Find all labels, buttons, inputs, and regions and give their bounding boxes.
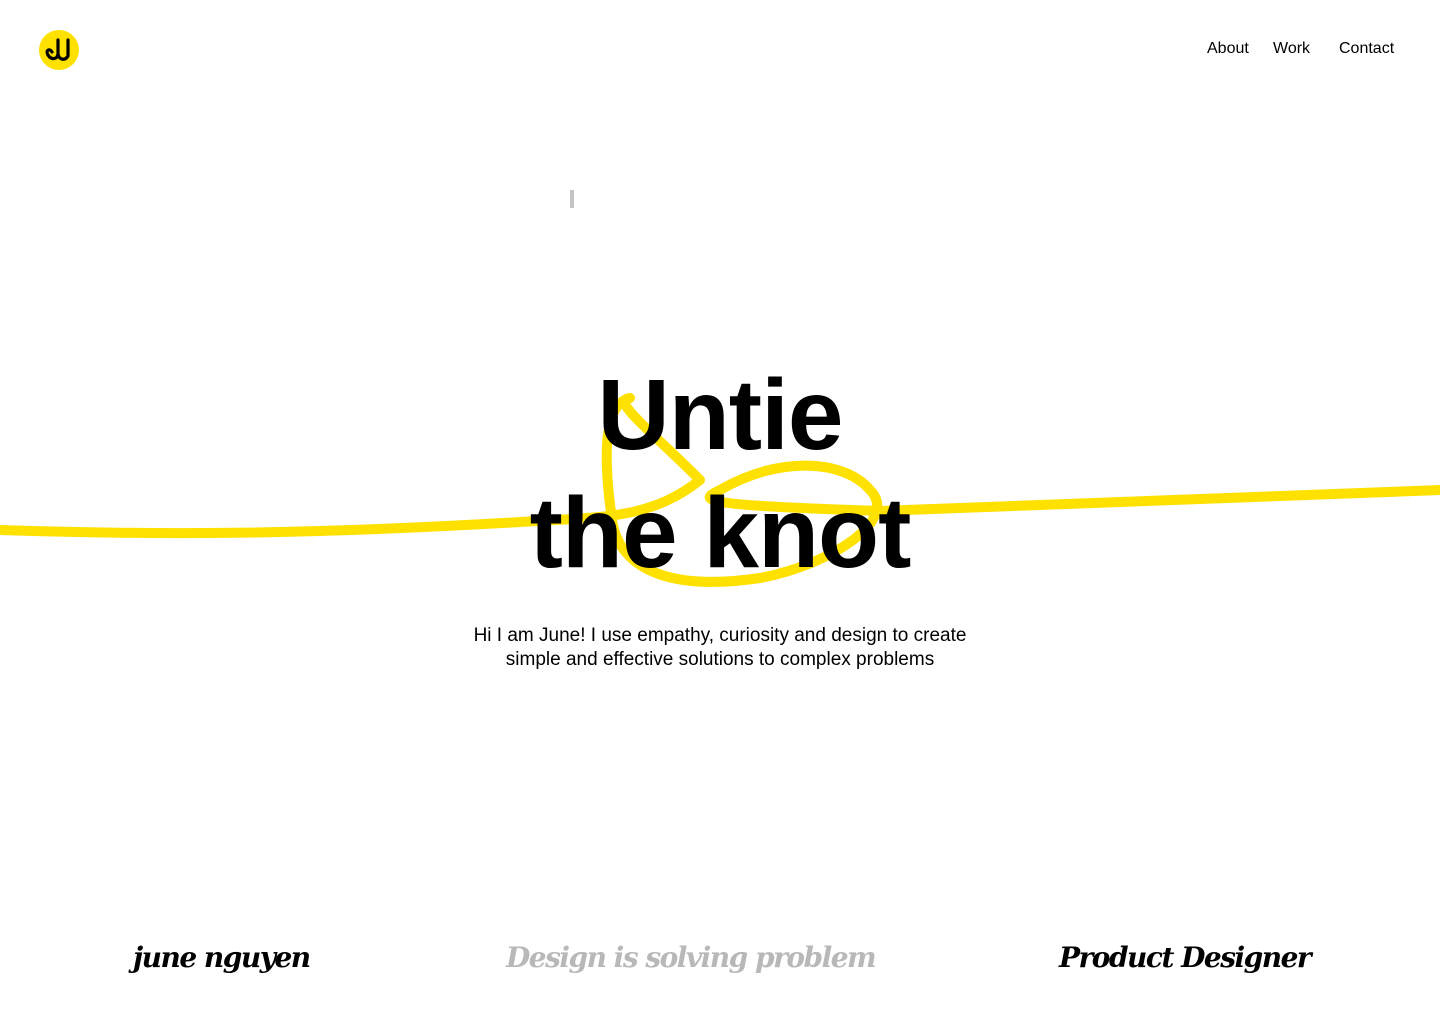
logo[interactable]: [39, 30, 79, 70]
footer-role: Product Designer: [1059, 941, 1312, 974]
hero-title-line1: Untie: [597, 359, 844, 471]
top-nav: About Work Contact: [1207, 39, 1399, 59]
ju-monogram-icon: [39, 30, 79, 70]
text-cursor-mark: [570, 190, 574, 208]
hero-title: Untie the knot: [0, 356, 1440, 592]
hero-subtitle-line1: Hi I am June! I use empathy, curiosity a…: [473, 625, 967, 646]
nav-about-link[interactable]: About: [1207, 39, 1249, 59]
footer-name: june nguyen: [133, 941, 311, 974]
hero-subtitle: Hi I am June! I use empathy, curiosity a…: [420, 624, 1020, 672]
hero-subtitle-line2: simple and effective solutions to comple…: [505, 649, 935, 670]
nav-work-link[interactable]: Work: [1273, 39, 1310, 59]
hero-title-line2: the knot: [529, 477, 912, 589]
nav-contact-link[interactable]: Contact: [1339, 39, 1394, 59]
footer-tagline: Design is solving problem: [506, 941, 877, 974]
